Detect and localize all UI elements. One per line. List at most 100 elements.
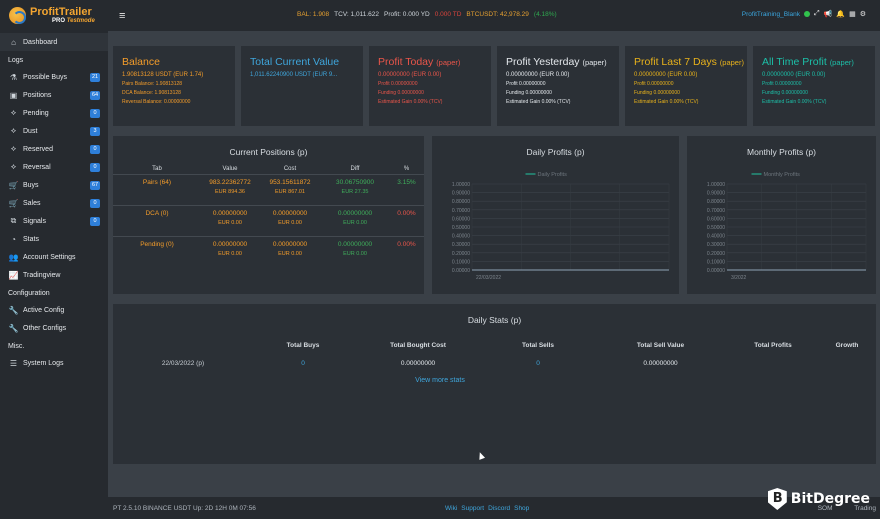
sidebar-item-label: Sales bbox=[23, 199, 41, 207]
sidebar-item-reversal[interactable]: ⟡ Reversal 0 bbox=[0, 158, 108, 176]
footer-link-discord[interactable]: Discord bbox=[488, 505, 510, 512]
legend-label: Monthly Profits bbox=[764, 172, 801, 178]
sidebar: ProfitTrailer PRO Testmode ⌂ Dashboard L… bbox=[0, 0, 108, 519]
y-tick-label: 0.50000 bbox=[452, 225, 470, 231]
column-header: Cost bbox=[283, 166, 297, 172]
calendar-icon[interactable]: ▦ bbox=[849, 10, 856, 18]
username-link[interactable]: ProfitTraining_Blank bbox=[742, 11, 800, 18]
sidebar-item-label: Pending bbox=[23, 109, 49, 117]
stat-title: Profit Yesterday (paper) bbox=[506, 56, 607, 68]
count-badge: 0 bbox=[90, 198, 100, 208]
current-positions-panel: Current Positions (p) Tab Value Cost Diff% … bbox=[113, 136, 424, 294]
footer-links: Wiki Support Discord Shop bbox=[445, 505, 529, 512]
sidebar-item-stats[interactable]: ◔ Stats bbox=[0, 230, 108, 248]
app-logo[interactable]: ProfitTrailer PRO Testmode bbox=[0, 0, 108, 31]
sidebar-item-possible-buys[interactable]: ⚗ Possible Buys 21 bbox=[0, 68, 108, 86]
sidebar-item-tradingview[interactable]: 📈 Tradingview bbox=[0, 266, 108, 284]
count-badge: 0 bbox=[90, 144, 100, 154]
stat-title: Profit Today (paper) bbox=[378, 56, 461, 68]
gear-icon[interactable]: ⚙ bbox=[860, 10, 866, 18]
stat-card-total-current-value: Total Current Value 1,011.62240900 USDT … bbox=[241, 46, 363, 126]
pie-icon: ◔ bbox=[11, 234, 16, 244]
sidebar-item-label: Buys bbox=[23, 181, 39, 189]
briefcase-icon: ▣ bbox=[9, 90, 18, 100]
table-cell: 0.00000000 bbox=[400, 360, 436, 367]
home-icon: ⌂ bbox=[11, 37, 16, 47]
expand-icon[interactable]: ⤢ bbox=[814, 10, 820, 18]
balance-readout: BAL: 1.908 bbox=[297, 11, 330, 18]
sidebar-item-label: Active Config bbox=[23, 306, 65, 314]
sidebar-item-other-configs[interactable]: 🔧 Other Configs bbox=[0, 319, 108, 337]
stat-detail: Funding 0.00000000 bbox=[506, 90, 552, 96]
sidebar-item-positions[interactable]: ▣ Positions 64 bbox=[0, 86, 108, 104]
stat-detail: Estimated Gain 0.00% (TCV) bbox=[378, 99, 443, 105]
profit-readout: Profit: 0.000 YD bbox=[383, 11, 430, 18]
positions-table: Tab Value Cost Diff% Pairs (64) 983.2236277… bbox=[113, 164, 424, 267]
bell-icon[interactable]: 🔔 bbox=[836, 10, 845, 18]
sidebar-item-active-config[interactable]: 🔧 Active Config bbox=[0, 301, 108, 319]
footer-link-support[interactable]: Support bbox=[461, 505, 484, 512]
table-cell: 0 bbox=[301, 360, 305, 367]
stat-detail: Profit 0.00000000 bbox=[634, 81, 674, 87]
count-badge: 64 bbox=[90, 90, 100, 100]
logo-sub: PRO Testmode bbox=[52, 18, 95, 24]
stat-detail: Profit 0.00000000 bbox=[762, 81, 802, 87]
position-value: 0.00000000 EUR 0.00 bbox=[212, 210, 248, 226]
sidebar-item-pending[interactable]: ⟡ Pending 0 bbox=[0, 104, 108, 122]
list-icon: ☰ bbox=[9, 358, 18, 368]
sidebar-item-system-logs[interactable]: ☰ System Logs bbox=[0, 354, 108, 372]
signal-icon: ⧉ bbox=[10, 216, 17, 225]
sidebar-item-buys[interactable]: 🛒 Buys 67 bbox=[0, 176, 108, 194]
sidebar-item-label: Possible Buys bbox=[23, 73, 67, 81]
monthly-profits-panel: Monthly Profits (p) Monthly Profits 1.000… bbox=[687, 136, 876, 294]
table-cell: 0 bbox=[536, 360, 540, 367]
footer-info: PT 2.5.10 BINANCE USDT Up: 2D 12H 0M 07:… bbox=[113, 504, 256, 512]
stat-value: 0.00000000 (EUR 0.00) bbox=[634, 72, 698, 78]
stat-value: 0.00000000 (EUR 0.00) bbox=[506, 72, 570, 78]
shield-icon bbox=[767, 488, 787, 510]
footer-link-shop[interactable]: Shop bbox=[514, 505, 529, 512]
stat-value: 0.00000000 (EUR 0.00) bbox=[762, 72, 826, 78]
sidebar-item-account-settings[interactable]: 👥 Account Settings bbox=[0, 248, 108, 266]
sidebar-item-sales[interactable]: 🛒 Sales 0 bbox=[0, 194, 108, 212]
table-cell bbox=[728, 360, 818, 367]
y-tick-label: 0.60000 bbox=[452, 216, 470, 222]
column-header: Total Sell Value bbox=[636, 342, 685, 349]
position-diff: 0.00000000 EUR 0.00 bbox=[337, 241, 373, 257]
stat-title: Profit Last 7 Days (paper) bbox=[634, 56, 744, 68]
sidebar-item-signals[interactable]: ⧉ Signals 0 bbox=[0, 212, 108, 230]
sidebar-item-label: Positions bbox=[23, 91, 52, 99]
stat-detail: Funding 0.00000000 bbox=[634, 90, 680, 96]
sidebar-item-reserved[interactable]: ⟡ Reserved 0 bbox=[0, 140, 108, 158]
table-row[interactable]: Pairs (64) 983.22362772 EUR 894.36 953.15… bbox=[113, 174, 424, 205]
sidebar-item-dashboard[interactable]: ⌂ Dashboard bbox=[0, 33, 108, 51]
y-tick-label: 0.00000 bbox=[707, 268, 725, 274]
stat-card-profit-today: Profit Today (paper) 0.00000000 (EUR 0.0… bbox=[369, 46, 491, 126]
footer-link-wiki[interactable]: Wiki bbox=[445, 505, 457, 512]
sidebar-item-label: Account Settings bbox=[23, 253, 76, 261]
sidebar-item-label: Reversal bbox=[23, 163, 51, 171]
panel-title: Current Positions (p) bbox=[229, 147, 308, 157]
sidebar-item-label: Tradingview bbox=[23, 271, 61, 279]
view-more-stats-link[interactable]: View more stats bbox=[0, 377, 880, 384]
table-header: Total Buys Total Bought Cost Total Sells To… bbox=[113, 342, 876, 349]
stat-detail: Funding 0.00000000 bbox=[762, 90, 808, 96]
y-tick-label: 0.30000 bbox=[452, 242, 470, 248]
column-header: Total Buys bbox=[286, 342, 320, 349]
stat-detail: Reversal Balance: 0.00000000 bbox=[122, 99, 191, 105]
sidebar-item-dust[interactable]: ⟡ Dust 3 bbox=[0, 122, 108, 140]
y-tick-label: 1.00000 bbox=[452, 182, 470, 188]
column-header: Tab bbox=[152, 166, 162, 172]
ticker-bar: BAL: 1.908 TCV: 1,011.622 Profit: 0.000 … bbox=[297, 11, 557, 18]
y-tick-label: 1.00000 bbox=[707, 182, 725, 188]
table-cell: 0.00000000 bbox=[643, 360, 678, 367]
menu-toggle-icon[interactable]: ≡ bbox=[119, 10, 129, 22]
sidebar-item-label: Dust bbox=[23, 127, 38, 135]
table-row[interactable]: Pending (0) 0.00000000 EUR 0.00 0.0000000… bbox=[113, 236, 424, 267]
count-badge: 67 bbox=[90, 180, 100, 190]
sidebar-section-misc: Misc. bbox=[8, 343, 25, 350]
megaphone-icon[interactable]: 📢 bbox=[824, 10, 833, 18]
table-row[interactable]: DCA (0) 0.00000000 EUR 0.00 0.00000000 EUR… bbox=[113, 205, 424, 236]
stat-detail: DCA Balance: 1.90813128 bbox=[122, 90, 181, 96]
count-badge: 0 bbox=[90, 108, 100, 118]
